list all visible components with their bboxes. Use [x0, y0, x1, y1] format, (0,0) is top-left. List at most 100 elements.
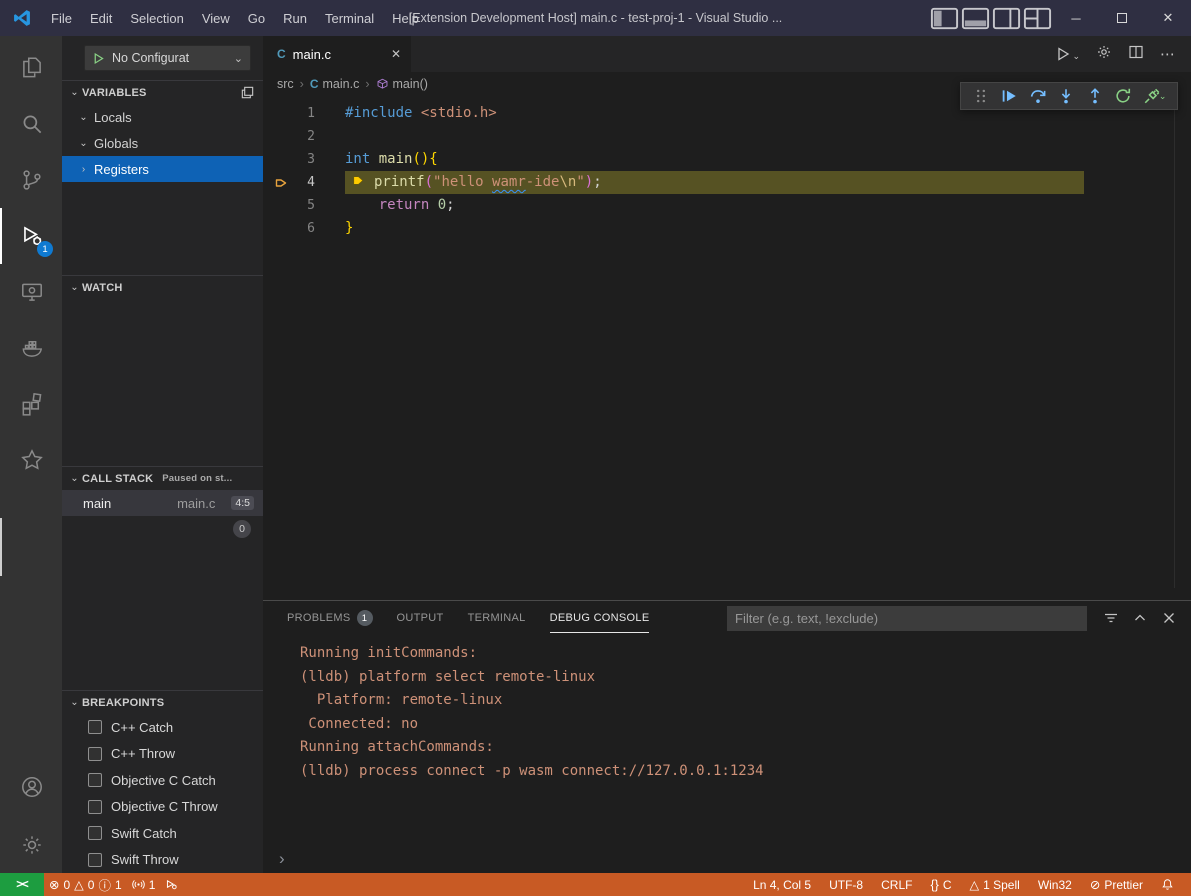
- close-panel-icon[interactable]: [1161, 610, 1177, 626]
- encoding-item[interactable]: UTF-8: [820, 873, 872, 896]
- run-menu-button[interactable]: ⌄: [1055, 46, 1080, 62]
- disconnect-button[interactable]: ⌄: [1143, 87, 1167, 105]
- panel-tab-problems[interactable]: PROBLEMS1: [287, 601, 373, 635]
- breakpoint-checkbox[interactable]: [88, 800, 102, 814]
- panel-tab-output[interactable]: OUTPUT: [397, 601, 444, 635]
- debug-status-item[interactable]: [160, 873, 183, 896]
- docker-icon[interactable]: [0, 320, 62, 376]
- menu-file[interactable]: File: [42, 0, 81, 36]
- tab-main-c[interactable]: C main.c ✕: [263, 36, 411, 72]
- step-out-button[interactable]: [1086, 87, 1104, 105]
- source-control-icon[interactable]: [0, 152, 62, 208]
- breakpoint-checkbox[interactable]: [88, 747, 102, 761]
- extensions-icon[interactable]: [0, 376, 62, 432]
- gear-button[interactable]: [1096, 44, 1112, 65]
- formatter-item[interactable]: ⊘ Prettier: [1081, 873, 1152, 896]
- settings-gear-icon[interactable]: [0, 817, 62, 873]
- code-line[interactable]: 4printf("hello wamr-ide\n");: [263, 171, 1191, 194]
- breakpoint-checkbox[interactable]: [88, 720, 102, 734]
- minimize-button[interactable]: ─: [1053, 0, 1099, 36]
- variables-item-locals[interactable]: ⌄ Locals: [62, 104, 263, 130]
- breakpoint-item[interactable]: Objective C Catch: [62, 767, 263, 794]
- gutter[interactable]: 5: [263, 194, 345, 217]
- restart-button[interactable]: [1114, 87, 1132, 105]
- breakpoint-checkbox[interactable]: [88, 853, 102, 867]
- breakpoint-item[interactable]: C++ Catch: [62, 714, 263, 741]
- menu-run[interactable]: Run: [274, 0, 316, 36]
- toggle-sidebar-icon[interactable]: [929, 0, 960, 36]
- maximize-button[interactable]: [1099, 0, 1145, 36]
- panel-tab-debug-console[interactable]: DEBUG CONSOLE: [550, 601, 650, 635]
- cursor-position-item[interactable]: Ln 4, Col 5: [744, 873, 820, 896]
- call-stack-section-header[interactable]: ⌄ CALL STACK Paused on st...: [62, 466, 263, 490]
- console-output[interactable]: Running initCommands:(lldb) platform sel…: [263, 635, 1191, 873]
- gutter[interactable]: 4: [263, 171, 345, 194]
- menu-edit[interactable]: Edit: [81, 0, 121, 36]
- code-line[interactable]: 2: [263, 125, 1191, 148]
- inline-breakpoint-icon[interactable]: [351, 173, 366, 188]
- account-icon[interactable]: [0, 761, 62, 817]
- tab-close-icon[interactable]: ✕: [391, 47, 401, 61]
- start-debug-play-icon[interactable]: [92, 52, 105, 65]
- search-icon[interactable]: [0, 96, 62, 152]
- remote-indicator[interactable]: ><: [0, 873, 44, 896]
- toggle-panel-icon[interactable]: [960, 0, 991, 36]
- variables-item-globals[interactable]: ⌄ Globals: [62, 130, 263, 156]
- frame-file: main.c: [177, 496, 215, 511]
- explorer-icon[interactable]: [0, 40, 62, 96]
- toolbar-drag-handle[interactable]: [972, 87, 990, 105]
- spell-checker-item[interactable]: △ 1 Spell: [960, 873, 1028, 896]
- toggle-secondary-sidebar-icon[interactable]: [991, 0, 1022, 36]
- code-line[interactable]: 6}: [263, 217, 1191, 240]
- problems-status-item[interactable]: ⊗ 0 △ 0 ⓘ 1: [44, 873, 127, 896]
- continue-button[interactable]: [1000, 87, 1018, 105]
- breakpoint-item[interactable]: Swift Throw: [62, 847, 263, 874]
- breadcrumb-symbol[interactable]: main(): [376, 77, 428, 91]
- collapse-all-icon[interactable]: [240, 85, 255, 100]
- breakpoint-item[interactable]: Swift Catch: [62, 820, 263, 847]
- variables-item-registers[interactable]: › Registers: [62, 156, 263, 182]
- breakpoint-checkbox[interactable]: [88, 826, 102, 840]
- run-and-debug-icon[interactable]: 1: [0, 208, 62, 264]
- launch-config-dropdown[interactable]: No Configurat ⌄: [84, 45, 251, 71]
- gutter[interactable]: 3: [263, 148, 345, 171]
- variables-section-header[interactable]: ⌄ VARIABLES: [62, 80, 263, 104]
- menu-selection[interactable]: Selection: [121, 0, 192, 36]
- menu-terminal[interactable]: Terminal: [316, 0, 383, 36]
- language-mode-item[interactable]: {} C: [921, 873, 960, 896]
- maximize-panel-chevron-up-icon[interactable]: [1132, 610, 1148, 626]
- remote-explorer-icon[interactable]: [0, 264, 62, 320]
- breadcrumb-folder[interactable]: src: [277, 77, 294, 91]
- code-line[interactable]: 3int main(){: [263, 148, 1191, 171]
- menu-view[interactable]: View: [193, 0, 239, 36]
- gutter[interactable]: 6: [263, 217, 345, 240]
- breakpoints-section-header[interactable]: ⌄ BREAKPOINTS: [62, 690, 263, 714]
- breakpoint-checkbox[interactable]: [88, 773, 102, 787]
- panel-tab-terminal[interactable]: TERMINAL: [468, 601, 526, 635]
- step-over-button[interactable]: [1029, 87, 1047, 105]
- console-input-chevron-icon[interactable]: ›: [279, 851, 285, 867]
- close-button[interactable]: ✕: [1145, 0, 1191, 36]
- stack-frame-row[interactable]: main main.c 4:5: [62, 490, 263, 516]
- code-line[interactable]: 5 return 0;: [263, 194, 1191, 217]
- ports-status-item[interactable]: 1: [127, 873, 161, 896]
- eol-item[interactable]: CRLF: [872, 873, 921, 896]
- breakpoint-item[interactable]: C++ Throw: [62, 741, 263, 768]
- menu-go[interactable]: Go: [239, 0, 274, 36]
- gutter[interactable]: 1: [263, 102, 345, 125]
- notifications-item[interactable]: [1152, 873, 1183, 896]
- watch-section-header[interactable]: ⌄ WATCH: [62, 275, 263, 299]
- gutter[interactable]: 2: [263, 125, 345, 148]
- step-into-button[interactable]: [1057, 87, 1075, 105]
- more-actions-button[interactable]: ⋯: [1160, 45, 1175, 63]
- filter-icon[interactable]: [1103, 610, 1119, 626]
- breakpoint-item[interactable]: Objective C Throw: [62, 794, 263, 821]
- split-editor-button[interactable]: [1128, 44, 1144, 65]
- customize-layout-icon[interactable]: [1022, 0, 1053, 36]
- left-edge-indicator: [0, 518, 2, 576]
- build-target-item[interactable]: Win32: [1029, 873, 1081, 896]
- favorites-star-icon[interactable]: [0, 432, 62, 488]
- code-editor[interactable]: 1#include <stdio.h>23int main(){4printf(…: [263, 96, 1191, 600]
- breadcrumb-file[interactable]: C main.c: [310, 77, 360, 91]
- console-filter-input[interactable]: [727, 606, 1087, 631]
